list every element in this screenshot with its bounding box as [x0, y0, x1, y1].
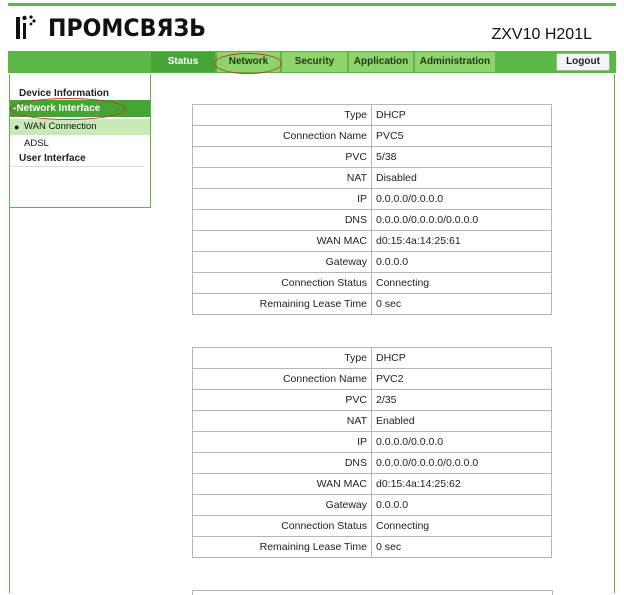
table-row: WAN MAC d0:15:4a:14:25:62 — [192, 473, 552, 495]
field-value: Enabled — [371, 410, 552, 432]
field-value: 0.0.0.0/0.0.0.0 — [371, 431, 552, 453]
tab-application[interactable]: Application — [349, 52, 413, 72]
field-value: 0 sec — [371, 536, 552, 558]
field-label: Type — [192, 347, 372, 369]
field-value: 0.0.0.0/0.0.0.0/0.0.0.0 — [371, 452, 552, 474]
sidebar-item-wan-connection[interactable]: ● WAN Connection — [10, 119, 150, 135]
field-value: PVC2 — [371, 368, 552, 390]
content-frame-right-border — [614, 74, 615, 593]
table-row: Type DHCP — [192, 347, 552, 369]
field-label: NAT — [192, 410, 372, 432]
sidebar-item-user-interface[interactable]: User Interface — [10, 153, 144, 167]
field-value: PVC5 — [371, 125, 552, 147]
table-row: DNS 0.0.0.0/0.0.0.0/0.0.0.0 — [192, 452, 552, 474]
table-row: NAT Disabled — [192, 167, 552, 189]
field-label: Connection Status — [192, 272, 372, 294]
field-value: 0.0.0.0/0.0.0.0 — [371, 188, 552, 210]
field-value: Connecting — [371, 272, 552, 294]
field-value: 0.0.0.0 — [371, 251, 552, 273]
field-label: IP — [192, 431, 372, 453]
field-value: d0:15:4a:14:25:61 — [371, 230, 552, 252]
field-label: Gateway — [192, 251, 372, 273]
field-value: Connecting — [371, 515, 552, 537]
device-model: ZXV10 H201L — [491, 26, 592, 43]
field-value: d0:15:4a:14:25:62 — [371, 473, 552, 495]
field-value: 0.0.0.0/0.0.0.0/0.0.0.0 — [371, 209, 552, 231]
table-row: Gateway 0.0.0.0 — [192, 251, 552, 273]
tab-status[interactable]: Status — [151, 52, 215, 72]
table-row: Gateway 0.0.0.0 — [192, 494, 552, 516]
logout-button[interactable]: Logout — [556, 53, 610, 71]
sidebar-item-wan-connection-label: WAN Connection — [24, 121, 97, 132]
field-label: DNS — [192, 452, 372, 474]
sidebar-menu: Device Information -Network Interface ● … — [9, 74, 151, 208]
wan-connection-table-2: Type DHCP Connection Name PVC2 PVC 2/35 NAT Ena… — [192, 347, 552, 558]
table-row: Remaining Lease Time 0 sec — [192, 293, 552, 315]
field-label: PVC — [192, 146, 372, 168]
tab-network[interactable]: Network — [217, 52, 280, 72]
brand-name: ПРОМСВЯЗЬ — [48, 14, 206, 42]
table-row: PVC 5/38 — [192, 146, 552, 168]
sidebar-item-adsl[interactable]: ADSL — [10, 138, 150, 149]
field-label: Remaining Lease Time — [192, 536, 372, 558]
brand-logo: ПРОМСВЯЗЬ — [12, 10, 220, 46]
top-accent-line — [8, 3, 616, 6]
field-value: 0.0.0.0 — [371, 494, 552, 516]
table-row: Connection Status Connecting — [192, 272, 552, 294]
table-row: Connection Status Connecting — [192, 515, 552, 537]
field-label: Remaining Lease Time — [192, 293, 372, 315]
field-label: DNS — [192, 209, 372, 231]
table-row: Type DHCP — [192, 104, 552, 126]
field-label: Gateway — [192, 494, 372, 516]
tab-administration[interactable]: Administration — [415, 52, 495, 72]
field-value: Disabled — [371, 167, 552, 189]
sidebar-item-network-interface[interactable]: -Network Interface — [10, 100, 150, 117]
table-row: DNS 0.0.0.0/0.0.0.0/0.0.0.0 — [192, 209, 552, 231]
field-value: 2/35 — [371, 389, 552, 411]
field-label: Connection Status — [192, 515, 372, 537]
brand-logo-mark-icon — [12, 11, 46, 45]
field-label: PVC — [192, 389, 372, 411]
tab-security[interactable]: Security — [282, 52, 347, 72]
bullet-icon: ● — [14, 122, 20, 132]
field-value: 5/38 — [371, 146, 552, 168]
field-label: WAN MAC — [192, 473, 372, 495]
field-label: NAT — [192, 167, 372, 189]
field-label: IP — [192, 188, 372, 210]
field-value: DHCP — [371, 347, 552, 369]
field-value: DHCP — [371, 104, 552, 126]
wan-connection-table-1: Type DHCP Connection Name PVC5 PVC 5/38 NAT Dis… — [192, 104, 552, 315]
table-row: WAN MAC d0:15:4a:14:25:61 — [192, 230, 552, 252]
table-row: Connection Name PVC5 — [192, 125, 552, 147]
table-row: IP 0.0.0.0/0.0.0.0 — [192, 431, 552, 453]
field-label: Connection Name — [192, 368, 372, 390]
table-row: PVC 2/35 — [192, 389, 552, 411]
field-label: Connection Name — [192, 125, 372, 147]
table-row: Connection Name PVC2 — [192, 368, 552, 390]
field-label: Type — [192, 104, 372, 126]
table-row: Remaining Lease Time 0 sec — [192, 536, 552, 558]
field-value: 0 sec — [371, 293, 552, 315]
field-label: WAN MAC — [192, 230, 372, 252]
table-row: NAT Enabled — [192, 410, 552, 432]
sidebar-item-device-information[interactable]: Device Information — [10, 88, 150, 99]
table-row: IP 0.0.0.0/0.0.0.0 — [192, 188, 552, 210]
